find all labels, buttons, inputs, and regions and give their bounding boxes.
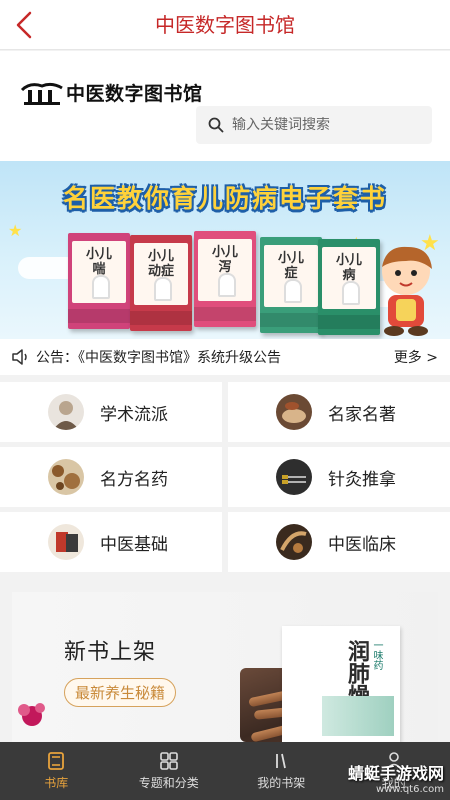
library-icon <box>48 752 65 770</box>
herb-bowl-icon <box>276 394 312 430</box>
banner-book-title: 小儿 喘 <box>85 247 112 277</box>
bookshelf-icon <box>276 753 287 769</box>
new-books-title: 新书上架 <box>64 640 157 665</box>
book-icon <box>48 524 84 560</box>
search-icon <box>208 117 224 133</box>
page-title: 中医数字图书馆 <box>155 13 295 37</box>
tab-label: 书库 <box>44 776 69 790</box>
book-cover-subtitle: 一味药 <box>371 640 382 670</box>
watermark-url: www.qt6.com <box>376 784 444 795</box>
tab-label: 我的书架 <box>257 776 306 790</box>
logo: 中医数字图书馆 <box>20 77 210 107</box>
category-label: 学术流派 <box>100 404 168 425</box>
logo-text: 中医数字图书馆 <box>66 82 203 105</box>
child-illustration-icon <box>382 246 432 336</box>
announcement-bar[interactable]: 公告：《中医数字图书馆》系统升级公告 更多 > <box>0 339 450 375</box>
tab-label: 专题和分类 <box>138 776 199 790</box>
watermark-text: 蜻蜓手游戏网 <box>347 764 444 783</box>
category-label: 中医基础 <box>100 534 168 555</box>
category-label: 名方名药 <box>100 469 168 490</box>
more-link[interactable]: 更多 > <box>394 347 438 367</box>
speaker-icon <box>12 349 27 365</box>
banner-book: 小儿 病 <box>318 239 380 335</box>
dried-herb-icon <box>276 524 312 560</box>
new-books-badge[interactable]: 最新养生秘籍 <box>64 678 177 707</box>
banner-book: 小儿 动症 <box>130 235 192 331</box>
banner-book-title: 小儿 病 <box>335 253 362 283</box>
category-item[interactable]: 名家名著 <box>228 382 450 442</box>
watermark: 蜻蜓手游戏网 www.qt6.com <box>324 760 444 798</box>
top-bar: 中医数字图书馆 <box>0 0 450 50</box>
new-books-card[interactable]: 新书上架 最新养生秘籍 润肺燥 一味药 <box>12 592 438 742</box>
banner-book-title: 小儿 泻 <box>211 245 238 275</box>
header-area: 中医数字图书馆 <box>0 51 450 161</box>
book-cover-art <box>322 696 394 736</box>
logo-mark-icon <box>20 82 63 105</box>
banner-book: 小儿 泻 <box>194 231 256 327</box>
announcement-text: 公告：《中医数字图书馆》系统升级公告 <box>36 350 281 366</box>
star-icon: ★ <box>8 221 23 240</box>
grid-icon <box>159 752 178 770</box>
banner-book-title: 小儿 动症 <box>147 249 174 279</box>
banner-book-title: 小儿 症 <box>277 251 304 281</box>
needles-icon <box>276 459 312 495</box>
tab-bookshelf[interactable]: 我的书架 <box>225 742 338 800</box>
flower-icon <box>18 703 45 726</box>
category-label: 名家名著 <box>328 404 396 425</box>
search-input[interactable] <box>232 117 422 133</box>
promo-banner[interactable]: ★ ★ ★ 名医教你育儿防病电子套书 小儿 喘小儿 动症小儿 泻小儿 症小儿 病 <box>0 161 450 339</box>
banner-book: 小儿 喘 <box>68 233 130 329</box>
category-label: 中医临床 <box>328 534 396 555</box>
category-label: 针灸推拿 <box>328 469 396 490</box>
category-item[interactable]: 中医基础 <box>0 512 222 572</box>
category-item[interactable]: 名方名药 <box>0 447 222 507</box>
search-box[interactable] <box>196 106 432 144</box>
banner-title: 名医教你育儿防病电子套书 <box>62 184 387 213</box>
tab-topics[interactable]: 专题和分类 <box>113 742 226 800</box>
banner-book: 小儿 症 <box>260 237 322 333</box>
category-item[interactable]: 中医临床 <box>228 512 450 572</box>
portrait-icon <box>48 394 84 430</box>
tab-library[interactable]: 书库 <box>0 742 113 800</box>
category-item[interactable]: 学术流派 <box>0 382 222 442</box>
featured-book-cover[interactable]: 润肺燥 一味药 <box>282 626 400 742</box>
category-item[interactable]: 针灸推拿 <box>228 447 450 507</box>
herbs-icon <box>48 459 84 495</box>
